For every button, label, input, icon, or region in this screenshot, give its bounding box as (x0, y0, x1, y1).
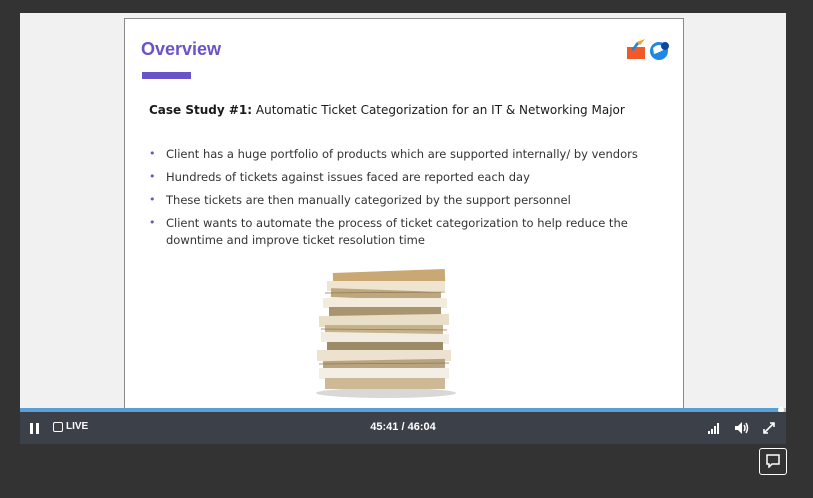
volume-button[interactable] (734, 420, 750, 436)
chat-bubble-icon (766, 454, 780, 468)
fullscreen-button[interactable] (762, 420, 778, 436)
pause-icon (30, 422, 33, 434)
control-bar: 45:41 / 46:04 LIVE (20, 412, 786, 444)
bullet-text: These tickets are then manually categori… (166, 193, 571, 207)
brand-logo-orange-icon (627, 39, 645, 59)
bullet-dot-icon: • (149, 147, 156, 160)
bullet-item: • Hundreds of tickets against issues face… (149, 169, 649, 186)
bullet-item: • Client wants to automate the process of… (149, 215, 649, 248)
case-study-text: Automatic Ticket Categorization for an I… (252, 103, 625, 117)
bullet-item: • These tickets are then manually categor… (149, 192, 649, 209)
brand-logos (627, 39, 669, 60)
live-label: LIVE (66, 421, 89, 432)
pause-icon-bar (36, 422, 39, 434)
time-total: 46:04 (407, 421, 436, 433)
paper-stack-icon (316, 269, 456, 398)
time-current: 45:41 (370, 421, 399, 433)
bullet-item: • Client has a huge portfolio of products… (149, 146, 649, 163)
fullscreen-icon (763, 422, 775, 434)
quality-button[interactable] (707, 420, 723, 436)
chat-button[interactable] (759, 448, 787, 475)
case-study-heading: Case Study #1: Automatic Ticket Categori… (149, 103, 625, 117)
bullet-dot-icon: • (149, 193, 156, 206)
bullet-text: Client has a huge portfolio of products … (166, 147, 638, 161)
volume-icon (735, 422, 749, 434)
title-underline (142, 72, 191, 79)
case-study-label: Case Study #1: (149, 103, 253, 117)
time-display: 45:41 / 46:04 (20, 421, 786, 433)
paper-stack-image (316, 269, 456, 398)
slide-title: Overview (141, 39, 222, 59)
bullet-text: Hundreds of tickets against issues faced… (166, 170, 530, 184)
bullet-dot-icon: • (149, 216, 156, 229)
brand-logo-blue-icon (650, 42, 669, 60)
bullet-list: • Client has a huge portfolio of products… (149, 146, 649, 255)
bullet-text: Client wants to automate the process of … (166, 216, 628, 247)
pause-button[interactable] (30, 421, 44, 435)
video-frame[interactable]: Overview Case Study #1: Automatic Ticket… (20, 13, 786, 408)
time-separator: / (398, 421, 408, 433)
live-indicator-icon (53, 421, 63, 432)
video-player[interactable]: Overview Case Study #1: Automatic Ticket… (20, 13, 786, 444)
presentation-slide: Overview Case Study #1: Automatic Ticket… (124, 18, 684, 408)
bullet-dot-icon: • (149, 170, 156, 183)
signal-bars-icon (708, 423, 719, 434)
live-button[interactable]: LIVE (53, 421, 88, 432)
